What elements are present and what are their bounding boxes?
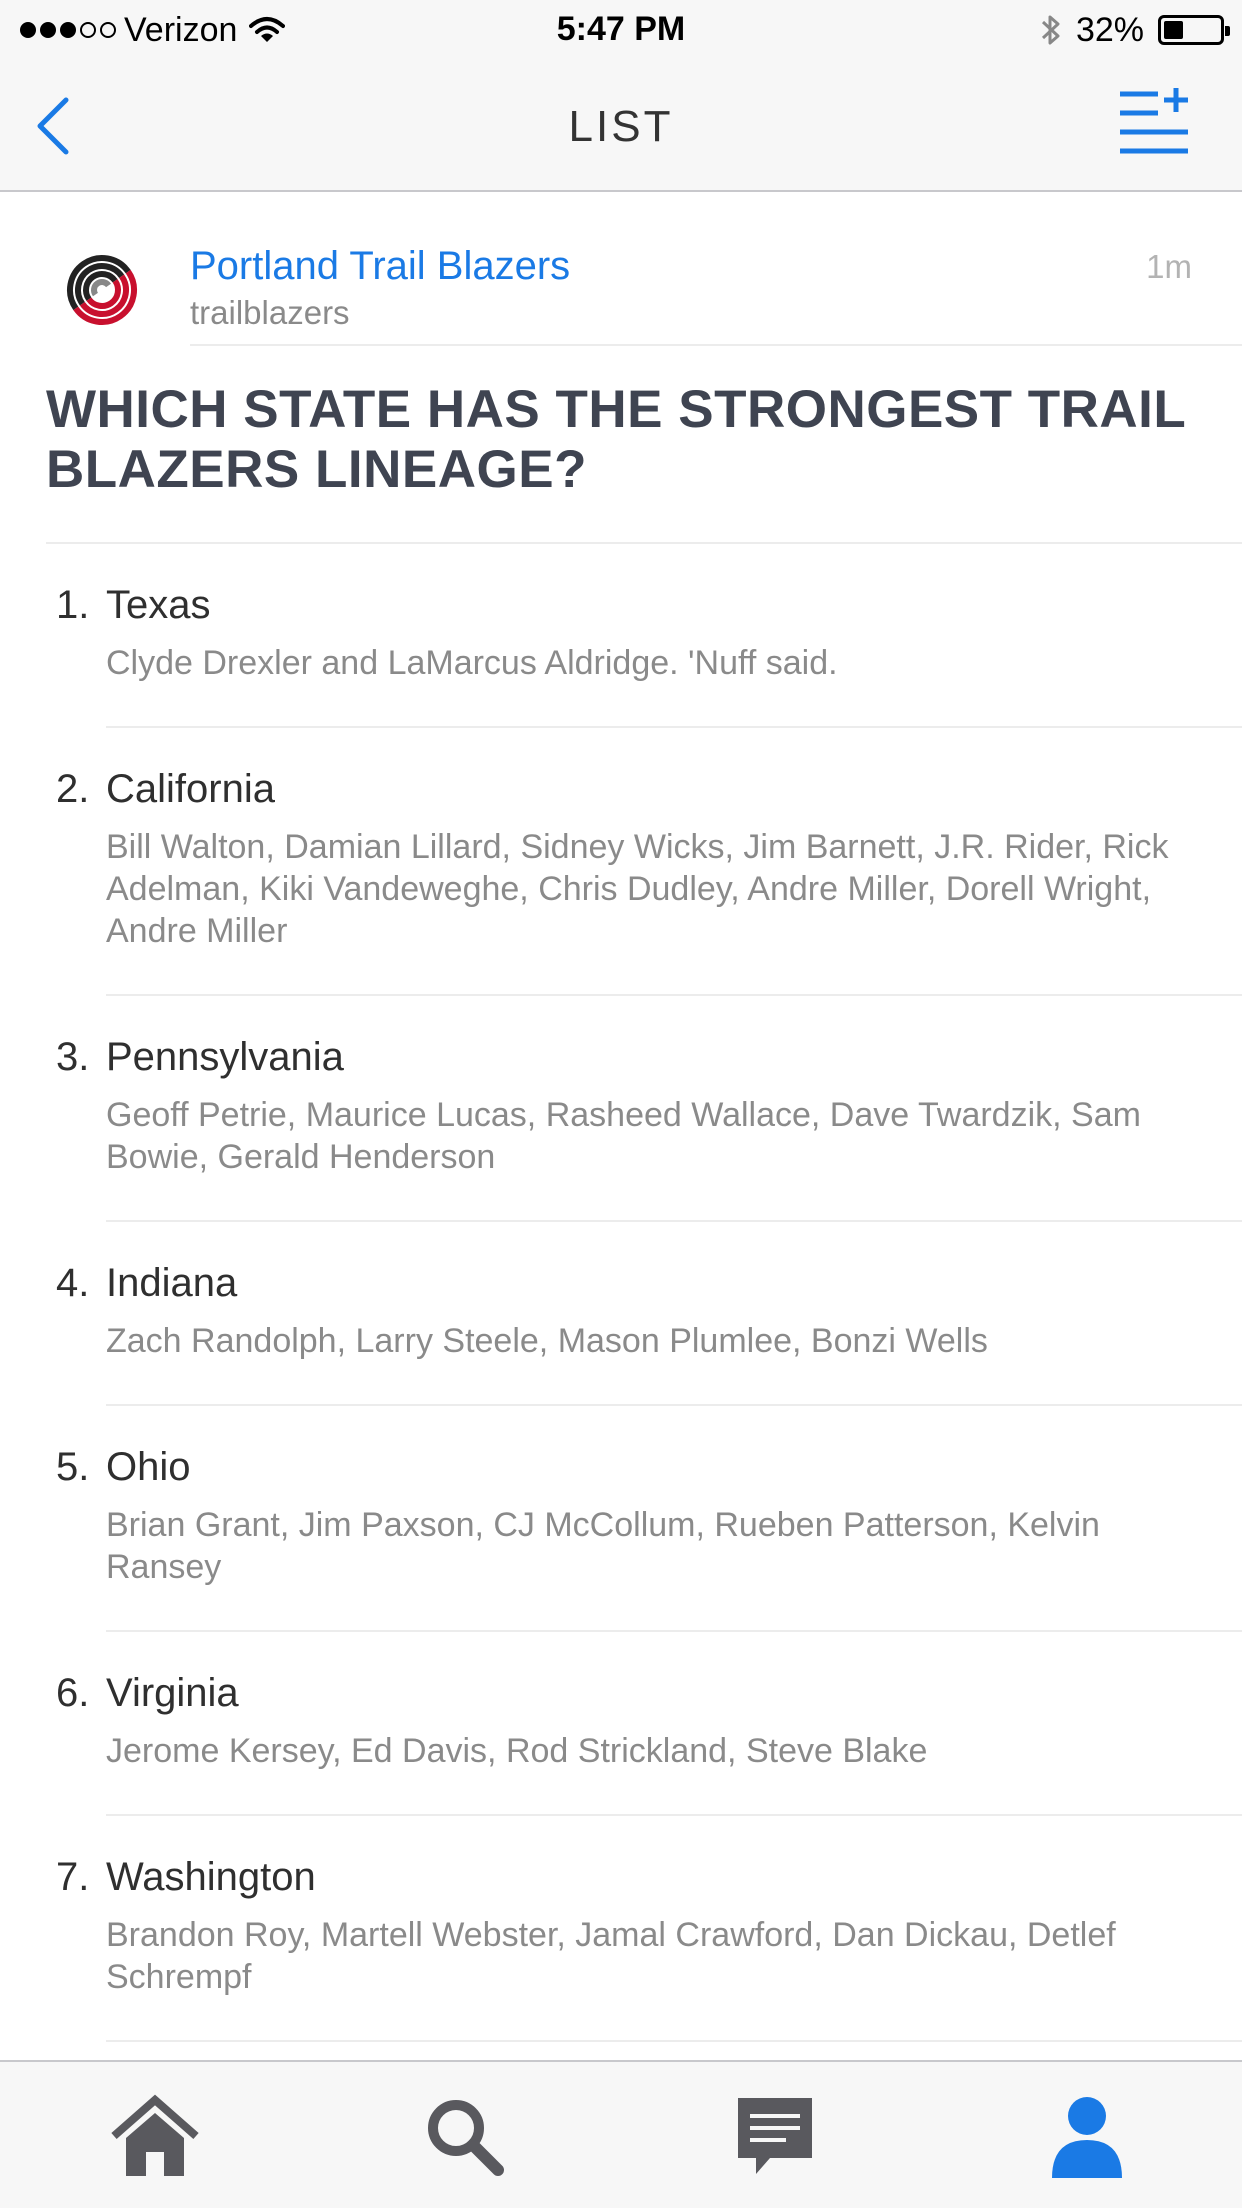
author-name[interactable]: Portland Trail Blazers [190,244,570,289]
list-item-description: Jerome Kersey, Ed Davis, Rod Strickland,… [106,1732,928,1770]
list-item[interactable]: 7. Washington Brandon Roy, Martell Webster… [56,1816,1242,2042]
list-item[interactable]: 3. Pennsylvania Geoff Petrie, Maurice Luca… [56,996,1242,1222]
add-list-icon [1120,88,1188,154]
tab-messages[interactable] [730,2092,820,2182]
list-item-title: Indiana [106,1261,238,1305]
list-item-heading: 1. Texas [56,580,1132,630]
ranked-list: 1. Texas Clyde Drexler and LaMarcus Aldrid… [0,544,1242,2042]
list-item-body: 2. California Bill Walton, Damian Lillard,… [56,728,1242,994]
status-right: 32% [1040,10,1230,50]
list-title: WHICH STATE HAS THE STRONGEST TRAIL BLAZ… [46,346,1242,544]
list-item-title: Virginia [106,1671,239,1715]
add-list-button[interactable] [1118,86,1192,160]
list-item-body: 3. Pennsylvania Geoff Petrie, Maurice Luca… [56,996,1242,1220]
status-bar: Verizon 5:47 PM 32% [0,0,1242,60]
bluetooth-icon [1041,15,1060,45]
list-item-description: Brandon Roy, Martell Webster, Jamal Craw… [106,1916,1116,1996]
list-item-number: 6. [56,1671,90,1715]
messages-icon [738,2098,812,2174]
post-timestamp: 1m [1146,248,1192,285]
list-item[interactable]: 1. Texas Clyde Drexler and LaMarcus Aldrid… [56,544,1242,728]
tab-search[interactable] [420,2092,510,2182]
list-item-number: 2. [56,767,90,811]
list-item-number: 5. [56,1445,90,1489]
list-item-heading: 2. California [56,764,1132,814]
battery-percent: 32% [1075,10,1144,49]
list-item-body: 4. Indiana Zach Randolph, Larry Steele, Ma… [56,1222,1242,1404]
list-item[interactable]: 2. California Bill Walton, Damian Lillard,… [56,728,1242,996]
list-item-title: Texas [106,583,211,627]
list-item-heading: 5. Ohio [56,1442,1132,1492]
list-item-number: 1. [56,583,90,627]
list-item[interactable]: 4. Indiana Zach Randolph, Larry Steele, Ma… [56,1222,1242,1406]
list-item-heading: 6. Virginia [56,1668,1132,1718]
tab-bar [0,2060,1242,2208]
list-item-description: Bill Walton, Damian Lillard, Sidney Wick… [106,828,1169,950]
list-item[interactable]: 5. Ohio Brian Grant, Jim Paxson, CJ McColl… [56,1406,1242,1632]
list-item-number: 4. [56,1261,90,1305]
page-title: LIST [568,102,674,151]
list-content: Portland Trail Blazers trailblazers 1m W… [0,194,1242,2042]
battery-icon [1158,15,1230,45]
list-item-heading: 4. Indiana [56,1258,1132,1308]
list-item-description: Clyde Drexler and LaMarcus Aldridge. 'Nu… [106,644,838,682]
list-item-number: 3. [56,1035,90,1079]
list-item-description: Brian Grant, Jim Paxson, CJ McCollum, Ru… [106,1506,1100,1586]
list-item[interactable]: 6. Virginia Jerome Kersey, Ed Davis, Rod S… [56,1632,1242,1816]
list-item-title: Ohio [106,1445,191,1489]
trail-blazers-logo-icon[interactable] [60,248,144,332]
tab-home[interactable] [110,2092,200,2182]
battery-level [1164,21,1183,39]
list-item-title: California [106,767,275,811]
list-item-description: Zach Randolph, Larry Steele, Mason Pluml… [106,1322,988,1360]
list-item-heading: 7. Washington [56,1852,1132,1902]
list-item-title: Washington [106,1855,316,1899]
home-icon [111,2094,199,2176]
list-item-body: 5. Ohio Brian Grant, Jim Paxson, CJ McColl… [56,1406,1242,1630]
list-item-number: 7. [56,1855,90,1899]
list-item-body: 6. Virginia Jerome Kersey, Ed Davis, Rod S… [56,1632,1242,1814]
list-item-heading: 3. Pennsylvania [56,1032,1132,1082]
list-item-description: Geoff Petrie, Maurice Lucas, Rasheed Wal… [106,1096,1141,1176]
navigation-bar: LIST [0,60,1242,192]
search-icon [428,2100,504,2176]
tab-profile[interactable] [1042,2092,1132,2182]
list-item-title: Pennsylvania [106,1035,344,1079]
list-item-body: 7. Washington Brandon Roy, Martell Webster… [56,1816,1242,2040]
list-item-body: 1. Texas Clyde Drexler and LaMarcus Aldrid… [56,544,1242,726]
divider [190,344,1242,346]
author-handle: trailblazers [190,294,350,331]
profile-icon [1052,2097,1122,2178]
post-header: Portland Trail Blazers trailblazers 1m [0,194,1242,346]
